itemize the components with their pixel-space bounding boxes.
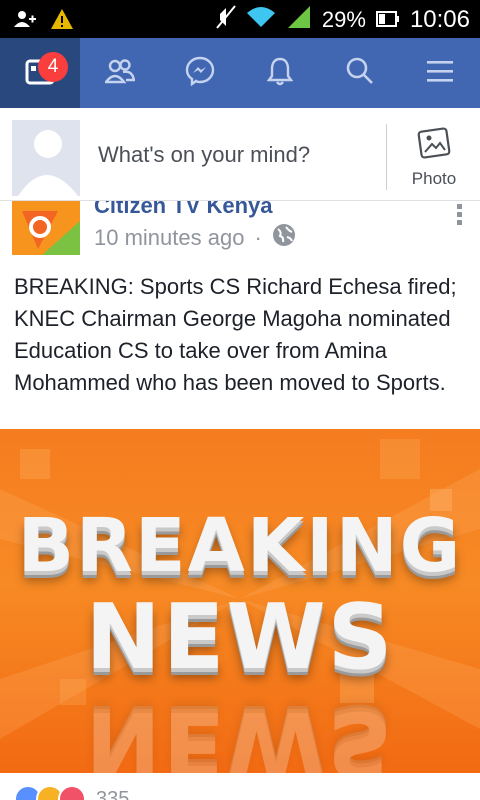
reaction-count: 335 [96, 787, 130, 800]
menu-icon [426, 59, 454, 88]
user-avatar[interactable] [12, 120, 80, 196]
post-meta: 10 minutes ago · [94, 223, 296, 253]
globe-icon [272, 223, 296, 253]
image-headline-breaking: BREAKING [17, 503, 463, 589]
status-input[interactable]: What's on your mind? [98, 142, 310, 168]
page-name-link[interactable]: Citizen TV Kenya [94, 201, 272, 219]
friends-icon [103, 58, 136, 89]
post-options-icon[interactable] [456, 203, 464, 227]
mute-icon [216, 4, 236, 36]
search-icon [346, 57, 374, 90]
image-headline-news: NEWS [85, 585, 395, 690]
tab-messenger[interactable] [160, 38, 240, 108]
signal-icon [286, 4, 312, 36]
composer-divider [386, 124, 387, 190]
notifications-icon [266, 56, 294, 91]
tab-search[interactable] [320, 38, 400, 108]
photo-icon [400, 126, 468, 165]
person-add-icon [14, 9, 36, 34]
page-avatar[interactable] [12, 201, 80, 255]
status-composer: What's on your mind? Photo [0, 108, 480, 201]
post-body-text: BREAKING: Sports CS Richard Echesa fired… [14, 274, 457, 395]
tab-news-feed[interactable]: 4 [0, 38, 80, 108]
reactions-summary[interactable]: 335 [14, 785, 129, 800]
image-headline-reflection: NEWS [85, 691, 395, 773]
wifi-icon [246, 5, 276, 35]
clock: 10:06 [409, 6, 470, 33]
battery-percent: 29% [321, 7, 366, 32]
photo-button[interactable]: Photo [400, 126, 468, 188]
messenger-icon [185, 56, 215, 91]
status-bar: 29% 10:06 [0, 0, 480, 38]
tab-friends[interactable] [80, 38, 160, 108]
love-icon [58, 785, 86, 800]
tab-notifications[interactable] [240, 38, 320, 108]
tab-menu[interactable] [400, 38, 480, 108]
photo-label: Photo [411, 169, 457, 188]
warning-icon [50, 8, 74, 35]
battery-icon [375, 7, 400, 33]
feed-post: Citizen TV Kenya 10 minutes ago · BREAKI… [0, 201, 480, 800]
notification-badge: 4 [38, 52, 68, 82]
top-navigation-bar: 4 [0, 38, 480, 108]
meta-separator: · [254, 225, 262, 250]
breaking-news-image[interactable]: BREAKING NEWS NEWS [0, 429, 480, 773]
post-timestamp[interactable]: 10 minutes ago [94, 225, 244, 251]
